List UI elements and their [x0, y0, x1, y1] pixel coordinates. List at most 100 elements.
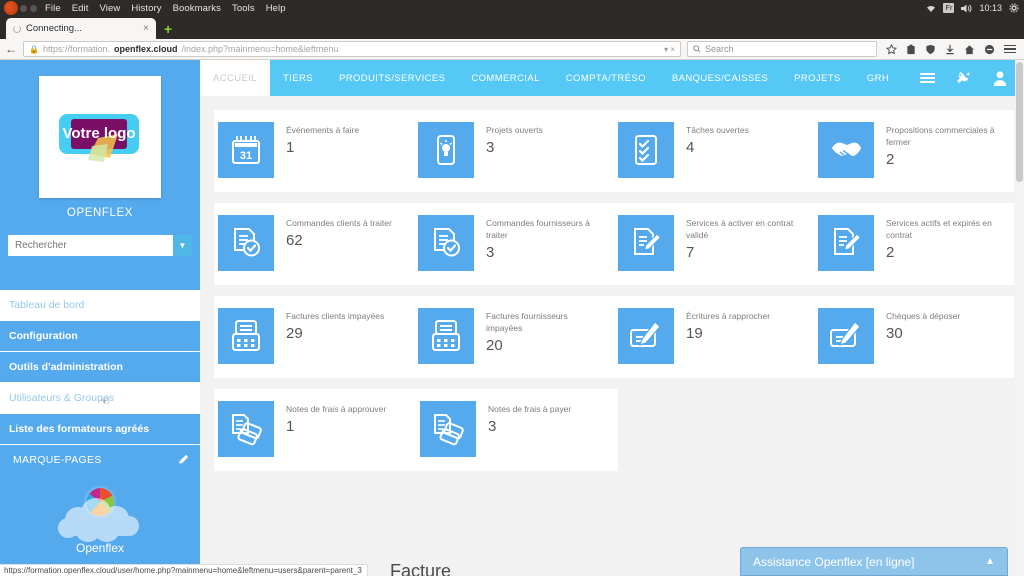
os-menubar[interactable]: File Edit View History Bookmarks Tools H…: [45, 3, 286, 14]
main-area: ACCUEIL TIERS PRODUITS/SERVICES COMMERCI…: [200, 60, 1024, 576]
tab-commercial[interactable]: COMMERCIAL: [458, 60, 552, 96]
dashboard-card[interactable]: Notes de frais à payer 3: [416, 389, 618, 471]
card-body: Services à activer en contrat validé 7: [674, 203, 814, 285]
tab-produits-services[interactable]: PRODUITS/SERVICES: [326, 60, 458, 96]
menu-edit[interactable]: Edit: [72, 3, 89, 14]
dashboard-card[interactable]: 31 Événements à faire 1: [214, 110, 414, 192]
tab-grh[interactable]: GRH: [854, 60, 902, 96]
url-suffix: /index.php?mainmenu=home&leftmenu: [181, 44, 339, 54]
menu-history[interactable]: History: [131, 3, 161, 14]
card-label: Notes de frais à payer: [488, 404, 572, 414]
tab-compta-treso[interactable]: COMPTA/TRÉSO: [553, 60, 659, 96]
dashboard-card[interactable]: Factures fournisseurs impayées 20: [414, 296, 614, 378]
new-tab-button[interactable]: +: [164, 21, 172, 37]
bookmarks-header: MARQUE-PAGES: [0, 445, 200, 474]
card-row: Commandes clients à traiter 62 Commandes…: [214, 203, 1014, 285]
dashboard-card[interactable]: Commandes fournisseurs à traiter 3: [414, 203, 614, 285]
menu-file[interactable]: File: [45, 3, 61, 14]
browser-search-box[interactable]: Search: [687, 41, 877, 57]
menu-view[interactable]: View: [100, 3, 121, 14]
tab-banques-caisses[interactable]: BANQUES/CAISSES: [659, 60, 781, 96]
menu-help[interactable]: Help: [266, 3, 286, 14]
search-placeholder: Search: [705, 44, 734, 54]
dashboard-card[interactable]: Projets ouverts 3: [414, 110, 614, 192]
company-logo[interactable]: Votre logo: [39, 76, 161, 198]
tab-tiers[interactable]: TIERS: [270, 60, 326, 96]
card-label: Commandes fournisseurs à traiter: [486, 218, 590, 240]
tab-projets[interactable]: PROJETS: [781, 60, 854, 96]
sidebar-search-row: ▼: [0, 225, 200, 256]
chevron-down-icon[interactable]: ▼: [173, 235, 192, 256]
menu-toggle-button[interactable]: [910, 60, 945, 96]
dashboard-card[interactable]: Notes de frais à approuver 1: [214, 389, 416, 471]
browser-menu-icon[interactable]: [1004, 44, 1016, 54]
dashboard-card[interactable]: Propositions commerciales à fermer 2: [814, 110, 1014, 192]
sidebar-search[interactable]: ▼: [8, 235, 192, 256]
os-top-panel: File Edit View History Bookmarks Tools H…: [0, 0, 1024, 16]
volume-icon[interactable]: [961, 4, 972, 13]
sidebar-item-configuration[interactable]: Configuration: [0, 321, 200, 352]
card-label: Notes de frais à approuver: [286, 404, 387, 414]
chevron-down-icon[interactable]: ▾ ×: [660, 45, 675, 54]
dashboard-card[interactable]: Tâches ouvertes 4: [614, 110, 814, 192]
search-input[interactable]: [8, 235, 173, 256]
tab-title: Connecting...: [26, 23, 82, 34]
card-body: Écritures à rapprocher 19: [674, 296, 814, 378]
dashboard-card[interactable]: Factures clients impayées 29: [214, 296, 414, 378]
sidebar-item-tableau-de-bord[interactable]: Tableau de bord: [0, 290, 200, 321]
card-value: 1: [286, 139, 295, 156]
cloud-logo-label: Openflex: [76, 541, 124, 555]
tab-label: ACCUEIL: [213, 72, 257, 84]
wifi-icon[interactable]: [926, 4, 936, 13]
tools-button[interactable]: [945, 60, 982, 96]
clock[interactable]: 10:13: [979, 3, 1002, 13]
sidebar-item-utilisateurs-groupes[interactable]: Utilisateurs & Groupes ☜: [0, 383, 200, 414]
menu-tools[interactable]: Tools: [232, 3, 255, 14]
download-icon[interactable]: [945, 44, 955, 55]
assistance-widget[interactable]: Assistance Openflex [en ligne] ▲: [740, 547, 1008, 576]
document-check-icon: [418, 215, 474, 271]
card-value: 3: [486, 244, 495, 261]
tab-label: GRH: [866, 72, 890, 84]
dashboard-card[interactable]: Chèques à déposer 30: [814, 296, 1014, 378]
scrollbar-thumb[interactable]: [1016, 62, 1023, 182]
window-controls[interactable]: [20, 4, 37, 12]
menu-bookmarks[interactable]: Bookmarks: [173, 3, 221, 14]
chevron-up-icon[interactable]: ▲: [985, 556, 995, 567]
card-body: Projets ouverts 3: [474, 110, 614, 192]
gear-icon[interactable]: [1009, 3, 1019, 13]
tab-label: TIERS: [282, 72, 313, 84]
card-value: 30: [886, 325, 903, 342]
back-arrow-icon[interactable]: ←: [5, 42, 17, 56]
account-icon[interactable]: [984, 44, 995, 55]
dashboard-card[interactable]: Services à activer en contrat validé 7: [614, 203, 814, 285]
card-body: Commandes clients à traiter 62: [274, 203, 414, 285]
star-icon[interactable]: [886, 43, 897, 55]
home-icon[interactable]: [964, 44, 975, 55]
tab-accueil[interactable]: ACCUEIL: [200, 60, 270, 96]
reader-icon[interactable]: [906, 44, 916, 55]
card-value: 7: [686, 244, 695, 261]
card-body: Tâches ouvertes 4: [674, 110, 814, 192]
dashboard-card[interactable]: Commandes clients à traiter 62: [214, 203, 414, 285]
address-bar[interactable]: 🔒 https://formation. openflex.cloud /ind…: [23, 41, 681, 57]
document-check-icon: [218, 215, 274, 271]
sidebar-item-liste-formateurs[interactable]: Liste des formateurs agréés: [0, 414, 200, 445]
cheque-pen-icon: [818, 308, 874, 364]
checklist-icon: [618, 122, 674, 178]
scrollbar-track[interactable]: [1015, 60, 1024, 576]
ubuntu-logo-icon[interactable]: [4, 1, 18, 15]
terminal-icon: [218, 308, 274, 364]
dashboard-card[interactable]: Services actifs et expirés en contrat 2: [814, 203, 1014, 285]
card-value: 3: [486, 139, 495, 156]
user-button[interactable]: [982, 60, 1018, 96]
card-label: Factures fournisseurs impayées: [486, 311, 568, 333]
shield-icon[interactable]: [925, 44, 936, 55]
close-icon[interactable]: ×: [143, 23, 149, 34]
pencil-icon[interactable]: [177, 453, 190, 466]
keyboard-layout-indicator[interactable]: Fr: [943, 3, 955, 13]
sidebar-item-outils-administration[interactable]: Outils d'administration: [0, 352, 200, 383]
dashboard-card[interactable]: Écritures à rapprocher 19: [614, 296, 814, 378]
card-label: Projets ouverts: [486, 125, 543, 135]
browser-tab[interactable]: Connecting... ×: [6, 18, 156, 39]
